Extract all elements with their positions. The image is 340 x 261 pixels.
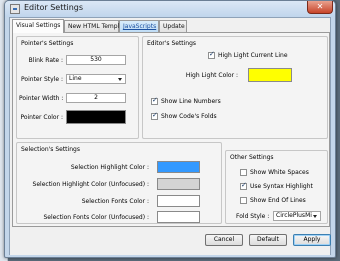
close-button[interactable]: ✕: [307, 1, 333, 14]
highlight-current-line-label: High Light Current Line: [218, 52, 288, 59]
fold-style-label: Fold Style :: [236, 213, 270, 220]
tab-update[interactable]: Update: [159, 20, 187, 32]
chevron-down-icon: [118, 78, 122, 81]
dialog-button-bar: Cancel Default Apply: [10, 227, 331, 255]
pointer-style-label: Pointer Style :: [21, 76, 63, 83]
pointer-color-label: Pointer Color :: [20, 114, 63, 121]
selection-highlight-color-label: Selection Highlight Color :: [70, 164, 149, 171]
other-settings-group: Other Settings Show White Spaces Use Syn…: [225, 150, 328, 224]
editor-settings-dialog: Editor Settings ✕ Visual Settings New HT…: [4, 0, 336, 258]
show-white-spaces-label: Show White Spaces: [250, 169, 309, 176]
show-white-spaces-checkbox[interactable]: [240, 169, 247, 176]
visual-settings-panel: Pointer's Settings Blink Rate : 530 Poin…: [12, 32, 330, 227]
show-code-folds-label: Show Code's Folds: [161, 113, 217, 120]
pointer-width-label: Pointer Width :: [19, 95, 64, 102]
other-settings-title: Other Settings: [230, 154, 274, 161]
selection-fonts-unfocused-label: Selection Fonts Color (Unfocused) :: [43, 214, 149, 221]
apply-button[interactable]: Apply: [293, 234, 331, 246]
blink-rate-input[interactable]: 530: [66, 55, 126, 65]
use-syntax-highlight-label: Use Syntax Highlight: [250, 183, 313, 190]
selection-highlight-color-swatch[interactable]: [157, 161, 200, 173]
show-end-of-lines-label: Show End Of Lines: [250, 197, 306, 204]
show-end-of-lines-checkbox[interactable]: [240, 197, 247, 204]
selection-fonts-unfocused-swatch[interactable]: [157, 211, 200, 223]
default-button[interactable]: Default: [249, 234, 287, 246]
show-line-numbers-label: Show Line Numbers: [161, 98, 221, 105]
show-code-folds-checkbox[interactable]: [151, 111, 158, 120]
cancel-button[interactable]: Cancel: [205, 234, 243, 246]
fold-style-select[interactable]: CirclePlusMi: [273, 211, 321, 221]
pointer-settings-group: Pointer's Settings Blink Rate : 530 Poin…: [16, 36, 139, 139]
editor-settings-title: Editor's Settings: [147, 40, 197, 47]
show-line-numbers-checkbox[interactable]: [151, 96, 158, 105]
tab-javascripts[interactable]: JavaScripts: [119, 20, 159, 32]
use-syntax-highlight-checkbox[interactable]: [240, 181, 247, 190]
selection-highlight-unfocused-swatch[interactable]: [157, 178, 200, 190]
pointer-color-swatch[interactable]: [66, 110, 126, 124]
dialog-body: Visual Settings New HTML Temple JavaScri…: [9, 17, 331, 255]
selection-highlight-unfocused-label: Selection Highlight Color (Unfocused) :: [32, 181, 149, 188]
chevron-down-icon: [313, 215, 317, 218]
pointer-settings-title: Pointer's Settings: [21, 40, 74, 47]
pointer-style-value: Line: [69, 75, 82, 82]
selection-fonts-color-swatch[interactable]: [157, 195, 200, 207]
selection-settings-group: Selection's Settings Selection Highlight…: [16, 142, 222, 224]
tab-visual-settings[interactable]: Visual Settings: [12, 19, 64, 33]
title-bar[interactable]: Editor Settings ✕: [5, 1, 335, 17]
blink-rate-label: Blink Rate :: [28, 57, 63, 64]
fold-style-value: CirclePlusMi: [276, 212, 312, 219]
highlight-color-swatch[interactable]: [248, 68, 292, 82]
window-title: Editor Settings: [24, 3, 84, 12]
pointer-style-select[interactable]: Line: [66, 74, 126, 84]
selection-fonts-color-label: Selection Fonts Color :: [81, 198, 149, 205]
editor-settings-group: Editor's Settings High Light Current Lin…: [142, 36, 328, 139]
highlight-current-line-checkbox[interactable]: [208, 50, 215, 59]
app-icon: [10, 4, 20, 14]
selection-settings-title: Selection's Settings: [21, 146, 80, 153]
tab-new-html-temple[interactable]: New HTML Temple: [64, 20, 123, 32]
pointer-width-input[interactable]: 2: [66, 93, 126, 103]
highlight-color-label: High Light Color :: [185, 72, 238, 79]
